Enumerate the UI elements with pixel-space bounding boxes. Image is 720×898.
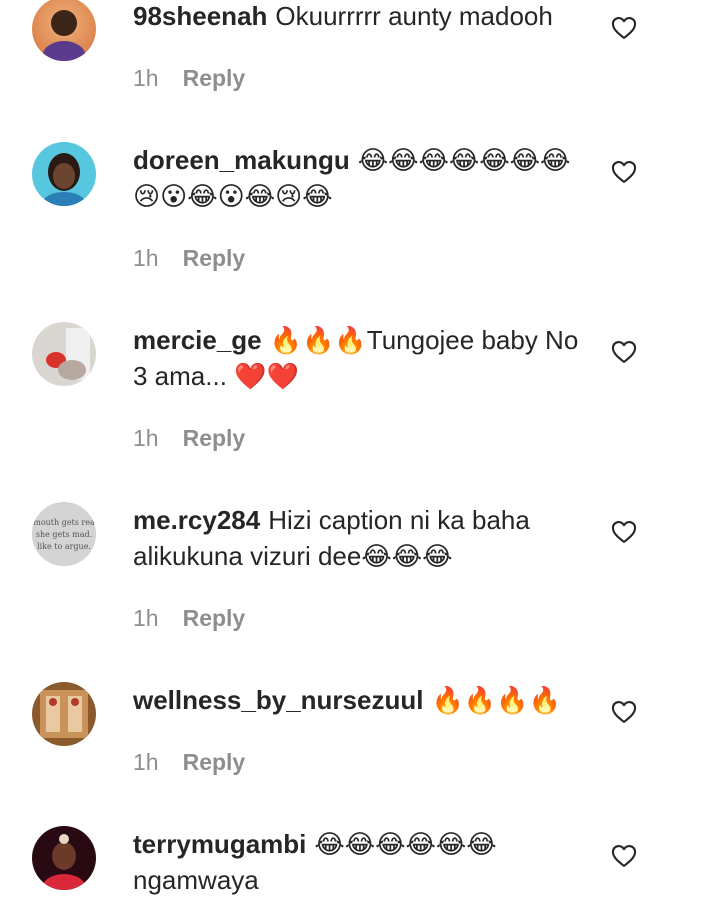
comment-time: 1h [133, 425, 159, 451]
comment-time: 1h [133, 65, 159, 91]
comment-text: doreen_makungu 😂😂😂😂😂😂😂😢😮😂😮😂😢😂 [133, 142, 581, 214]
heart-outline-icon[interactable] [610, 518, 638, 546]
comment-body: Okuurrrrr aunty madooh [275, 1, 553, 31]
comment-text: wellness_by_nursezuul 🔥🔥🔥🔥 [133, 682, 581, 718]
comment-meta: 1h Reply [133, 244, 245, 272]
comment-body: 🔥🔥🔥🔥 [431, 685, 561, 715]
comment-text: 98sheenah Okuurrrrr aunty madooh [133, 0, 581, 34]
comment-username[interactable]: terrymugambi [133, 829, 306, 859]
reply-button[interactable]: Reply [183, 425, 246, 451]
avatar-caption-line: like to argue. [37, 542, 91, 551]
heart-outline-icon[interactable] [610, 14, 638, 42]
reply-button[interactable]: Reply [183, 65, 246, 91]
avatar[interactable] [32, 0, 96, 61]
comment-username[interactable]: wellness_by_nursezuul [133, 685, 423, 715]
comment-username[interactable]: doreen_makungu [133, 145, 350, 175]
comment-meta: 1h Reply [133, 604, 245, 632]
heart-outline-icon[interactable] [610, 842, 638, 870]
avatar[interactable]: mouth gets rea she gets mad. like to arg… [32, 502, 96, 566]
avatar[interactable] [32, 322, 96, 386]
avatar-caption-line: she gets mad. [36, 530, 92, 539]
comment-time: 1h [133, 605, 159, 631]
comment-text: me.rcy284 Hizi caption ni ka baha alikuku… [133, 502, 581, 574]
avatar[interactable] [32, 826, 96, 890]
avatar-caption-line: mouth gets rea [33, 518, 95, 527]
comment-username[interactable]: me.rcy284 [133, 505, 260, 535]
comment-meta: 1h Reply [133, 424, 245, 452]
heart-outline-icon[interactable] [610, 698, 638, 726]
comment-text: terrymugambi 😂😂😂😂😂😂 ngamwaya [133, 826, 581, 898]
comment-username[interactable]: mercie_ge [133, 325, 262, 355]
avatar[interactable] [32, 142, 96, 206]
comment-text: mercie_ge 🔥🔥🔥Tungojee baby No 3 ama... ❤️… [133, 322, 581, 394]
reply-button[interactable]: Reply [183, 749, 246, 775]
comment-username[interactable]: 98sheenah [133, 1, 267, 31]
avatar[interactable] [32, 682, 96, 746]
comment-time: 1h [133, 245, 159, 271]
heart-outline-icon[interactable] [610, 338, 638, 366]
reply-button[interactable]: Reply [183, 605, 246, 631]
reply-button[interactable]: Reply [183, 245, 246, 271]
comment-meta: 1h Reply [133, 748, 245, 776]
comment-meta: 1h Reply [133, 64, 245, 92]
heart-outline-icon[interactable] [610, 158, 638, 186]
comment-time: 1h [133, 749, 159, 775]
